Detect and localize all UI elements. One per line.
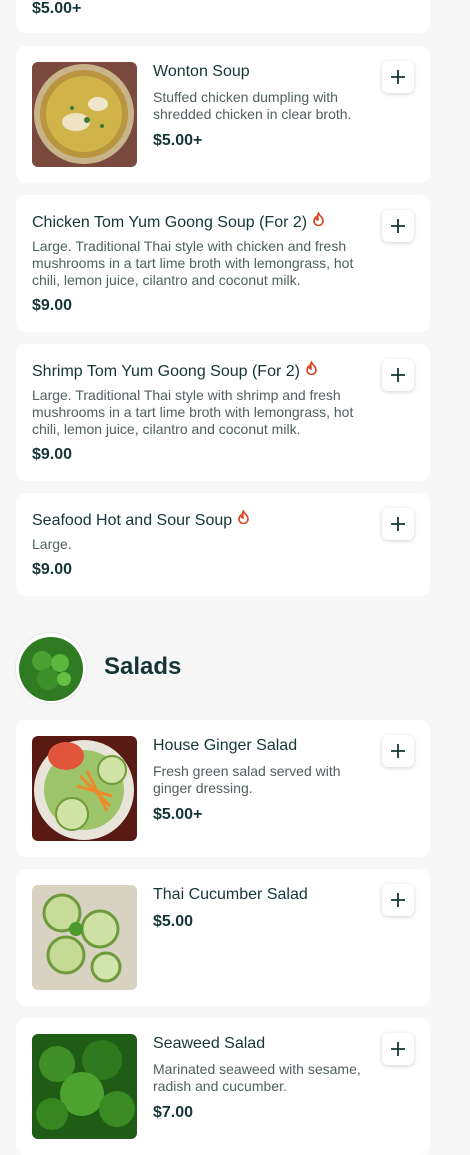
add-button[interactable] bbox=[382, 359, 414, 391]
item-title-text: Chicken Tom Yum Goong Soup (For 2) bbox=[32, 214, 308, 231]
item-title: Thai Cucumber Salad bbox=[153, 886, 308, 903]
item-title-text: Shrimp Tom Yum Goong Soup (For 2) bbox=[32, 363, 300, 380]
item-price: $5.00+ bbox=[153, 806, 203, 823]
add-button[interactable] bbox=[382, 735, 414, 767]
item-price: $5.00+ bbox=[153, 132, 203, 149]
item-title: Seaweed Salad bbox=[153, 1035, 266, 1052]
menu-item-card[interactable]: Chicken Tom Yum Goong Soup (For 2) Large… bbox=[16, 195, 430, 332]
plus-icon bbox=[391, 744, 405, 758]
item-description: Stuffed chicken dumpling with shredded c… bbox=[153, 89, 352, 122]
plus-icon bbox=[391, 70, 405, 84]
flame-icon bbox=[237, 510, 250, 524]
add-button[interactable] bbox=[382, 210, 414, 242]
item-title-text: Seafood Hot and Sour Soup bbox=[32, 512, 233, 529]
item-title: Chicken Tom Yum Goong Soup (For 2) bbox=[32, 212, 325, 232]
add-button[interactable] bbox=[382, 1033, 414, 1065]
add-button[interactable] bbox=[382, 884, 414, 916]
item-title: Wonton Soup bbox=[153, 63, 250, 80]
item-price: $9.00 bbox=[32, 561, 73, 578]
item-price: $9.00 bbox=[32, 446, 73, 463]
item-description: Fresh green salad served with ginger dre… bbox=[153, 763, 341, 796]
item-image bbox=[32, 736, 137, 841]
item-price: $7.00 bbox=[153, 1104, 194, 1121]
item-price: $5.00 bbox=[153, 913, 194, 930]
item-image bbox=[32, 62, 137, 167]
flame-icon bbox=[312, 212, 325, 226]
item-description: Marinated seaweed with sesame, radish an… bbox=[153, 1061, 361, 1094]
flame-icon bbox=[305, 361, 318, 375]
menu-item-card[interactable]: Thai Cucumber Salad $5.00 bbox=[16, 869, 430, 1006]
section-image bbox=[16, 633, 86, 703]
section-header-salads: Salads bbox=[16, 633, 316, 703]
item-description: Large. bbox=[32, 536, 72, 552]
item-title: Seafood Hot and Sour Soup bbox=[32, 510, 250, 530]
add-button[interactable] bbox=[382, 61, 414, 93]
item-image bbox=[32, 885, 137, 990]
menu-item-card[interactable]: Seafood Hot and Sour Soup Large. $9.00 bbox=[16, 493, 430, 596]
menu-item-card[interactable]: Wonton Soup Stuffed chicken dumpling wit… bbox=[16, 46, 430, 183]
item-price: $9.00 bbox=[32, 297, 73, 314]
menu-item-card[interactable]: Seaweed Salad Marinated seaweed with ses… bbox=[16, 1018, 430, 1155]
plus-icon bbox=[391, 368, 405, 382]
menu-item-card[interactable]: Shrimp Tom Yum Goong Soup (For 2) Large.… bbox=[16, 344, 430, 481]
section-title: Salads bbox=[104, 653, 182, 680]
item-price: $5.00+ bbox=[32, 0, 82, 17]
add-button[interactable] bbox=[382, 508, 414, 540]
item-title: Shrimp Tom Yum Goong Soup (For 2) bbox=[32, 361, 318, 381]
item-title: House Ginger Salad bbox=[153, 737, 298, 754]
item-description: Large. Traditional Thai style with shrim… bbox=[32, 387, 354, 437]
plus-icon bbox=[391, 517, 405, 531]
plus-icon bbox=[391, 893, 405, 907]
item-description: Large. Traditional Thai style with chick… bbox=[32, 238, 354, 288]
menu-item-card[interactable]: $5.00+ bbox=[16, 0, 430, 33]
plus-icon bbox=[391, 1042, 405, 1056]
plus-icon bbox=[391, 219, 405, 233]
menu-item-card[interactable]: House Ginger Salad Fresh green salad ser… bbox=[16, 720, 430, 857]
item-image bbox=[32, 1034, 137, 1139]
